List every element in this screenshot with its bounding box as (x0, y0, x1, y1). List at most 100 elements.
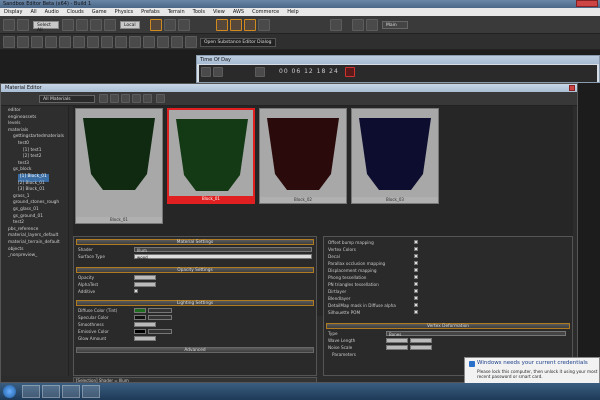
tree-item[interactable]: test2 (13, 220, 24, 225)
particles-icon[interactable] (31, 36, 43, 48)
diffuse-color-value[interactable] (148, 308, 172, 313)
advanced-header[interactable]: Advanced (76, 347, 314, 353)
wave-length-input-2[interactable] (410, 338, 432, 343)
grid-icon[interactable] (352, 19, 364, 31)
tree-item[interactable]: [2] Block_01 (18, 181, 45, 186)
material-filter-dropdown[interactable]: All Materials (39, 95, 95, 103)
console-icon[interactable] (171, 36, 183, 48)
taskbar-app-4[interactable] (82, 385, 100, 398)
terrain-icon[interactable] (129, 36, 141, 48)
character-icon[interactable] (101, 36, 113, 48)
main-dropdown[interactable]: Main (382, 21, 408, 29)
play-icon[interactable] (255, 67, 265, 77)
vertex-deformation-header[interactable]: Vertex Deformation (326, 323, 570, 329)
add-material-icon[interactable] (99, 94, 108, 103)
ruler-icon[interactable] (258, 19, 270, 31)
tree-item[interactable]: editor (8, 108, 21, 113)
tree-item[interactable]: grass_1 (13, 194, 30, 199)
tree-item[interactable]: material_terrain_default (8, 240, 60, 245)
shader-option-checkbox[interactable] (414, 261, 418, 265)
light-icon[interactable] (59, 36, 71, 48)
taskbar-app-1[interactable] (22, 385, 40, 398)
substance-icon[interactable] (185, 36, 197, 48)
menu-item[interactable]: Audio (41, 8, 63, 15)
glow-amount-input[interactable] (134, 336, 156, 341)
taskbar-app-2[interactable] (42, 385, 60, 398)
camera-icon[interactable] (73, 36, 85, 48)
opacity-settings-header[interactable]: Opacity Settings (76, 267, 314, 273)
alphatest-input[interactable] (134, 282, 156, 287)
close-button[interactable] (576, 0, 598, 7)
wave-length-input[interactable] (386, 338, 408, 343)
material-settings-header[interactable]: Material Settings (76, 239, 314, 245)
tree-item[interactable]: pbs_reference (8, 227, 38, 232)
noise-scale-input-2[interactable] (410, 345, 432, 350)
start-button[interactable] (3, 385, 16, 398)
menu-item[interactable]: Game (88, 8, 111, 15)
redo-icon[interactable] (17, 19, 29, 31)
ai-icon[interactable] (230, 19, 242, 31)
assign-material-icon[interactable] (156, 94, 165, 103)
tree-item[interactable]: gettingstartedmaterials (13, 134, 64, 139)
shader-option-checkbox[interactable] (414, 282, 418, 286)
save-material-icon[interactable] (110, 94, 119, 103)
menu-item[interactable]: Tools (189, 8, 209, 15)
script-icon[interactable] (157, 36, 169, 48)
emissive-color-swatch[interactable] (134, 329, 146, 334)
menu-item[interactable]: Display (0, 8, 26, 15)
tree-item[interactable]: [1] test1 (23, 148, 41, 153)
menu-item[interactable]: Physics (111, 8, 138, 15)
copy-material-icon[interactable] (132, 94, 141, 103)
shader-option-checkbox[interactable] (414, 289, 418, 293)
coordinate-system-dropdown[interactable]: Local (120, 21, 140, 29)
scale-icon[interactable] (104, 19, 116, 31)
shader-option-checkbox[interactable] (414, 268, 418, 272)
menu-item[interactable]: AWS (229, 8, 248, 15)
terrain-snap-icon[interactable] (178, 19, 190, 31)
menu-item[interactable]: Terrain (164, 8, 189, 15)
surface-type-select[interactable]: wood (134, 254, 312, 260)
menu-item[interactable]: Prefabs (137, 8, 164, 15)
save-icon[interactable] (3, 36, 15, 48)
menu-item[interactable]: View (209, 8, 229, 15)
emissive-color-value[interactable] (148, 329, 172, 334)
tree-item[interactable]: material_layers_default (8, 233, 58, 238)
deformation-type-select[interactable]: Bones (386, 331, 566, 337)
material-thumbnail[interactable]: Block_03 (351, 108, 439, 204)
shader-select[interactable]: Illum (134, 247, 312, 253)
opacity-input[interactable] (134, 275, 156, 280)
tree-item[interactable]: gs_ground_01 (13, 214, 43, 219)
record-icon[interactable] (345, 67, 355, 77)
material-icon[interactable] (45, 36, 57, 48)
shader-option-checkbox[interactable] (414, 296, 418, 300)
tree-item[interactable]: gs_glass_01 (13, 207, 39, 212)
snap-grid-icon[interactable] (150, 19, 162, 31)
specular-color-value[interactable] (148, 315, 172, 320)
tree-item[interactable]: [2] test2 (23, 154, 41, 159)
tree-item[interactable]: test0 (18, 141, 29, 146)
material-thumbnail[interactable]: Block_02 (259, 108, 347, 204)
tree-item[interactable]: _nonpreview_ (8, 253, 37, 258)
move-icon[interactable] (76, 19, 88, 31)
specular-color-swatch[interactable] (134, 315, 146, 320)
shader-option-checkbox[interactable] (414, 254, 418, 258)
layer-icon[interactable] (330, 19, 342, 31)
tree-item[interactable]: materials (8, 128, 28, 133)
shader-option-checkbox[interactable] (414, 303, 418, 307)
tree-item[interactable]: [3] Block_01 (18, 187, 45, 192)
step-back-icon[interactable] (213, 67, 223, 77)
menu-item[interactable]: All (26, 8, 40, 15)
open-icon[interactable] (17, 36, 29, 48)
tree-item[interactable]: ground_stones_rough (13, 200, 59, 205)
database-icon[interactable] (115, 36, 127, 48)
view-icon[interactable] (366, 19, 378, 31)
select-all-dropdown[interactable]: Select All (33, 21, 59, 33)
menu-item[interactable]: Clouds (63, 8, 88, 15)
material-thumbnail[interactable]: Block_01 (75, 108, 163, 224)
menu-item[interactable]: Commerce (248, 8, 283, 15)
vegetation-icon[interactable] (143, 36, 155, 48)
additive-checkbox[interactable] (134, 289, 138, 293)
rewind-icon[interactable] (201, 67, 211, 77)
smoothness-input[interactable] (134, 322, 156, 327)
game-mode-icon[interactable] (244, 19, 256, 31)
